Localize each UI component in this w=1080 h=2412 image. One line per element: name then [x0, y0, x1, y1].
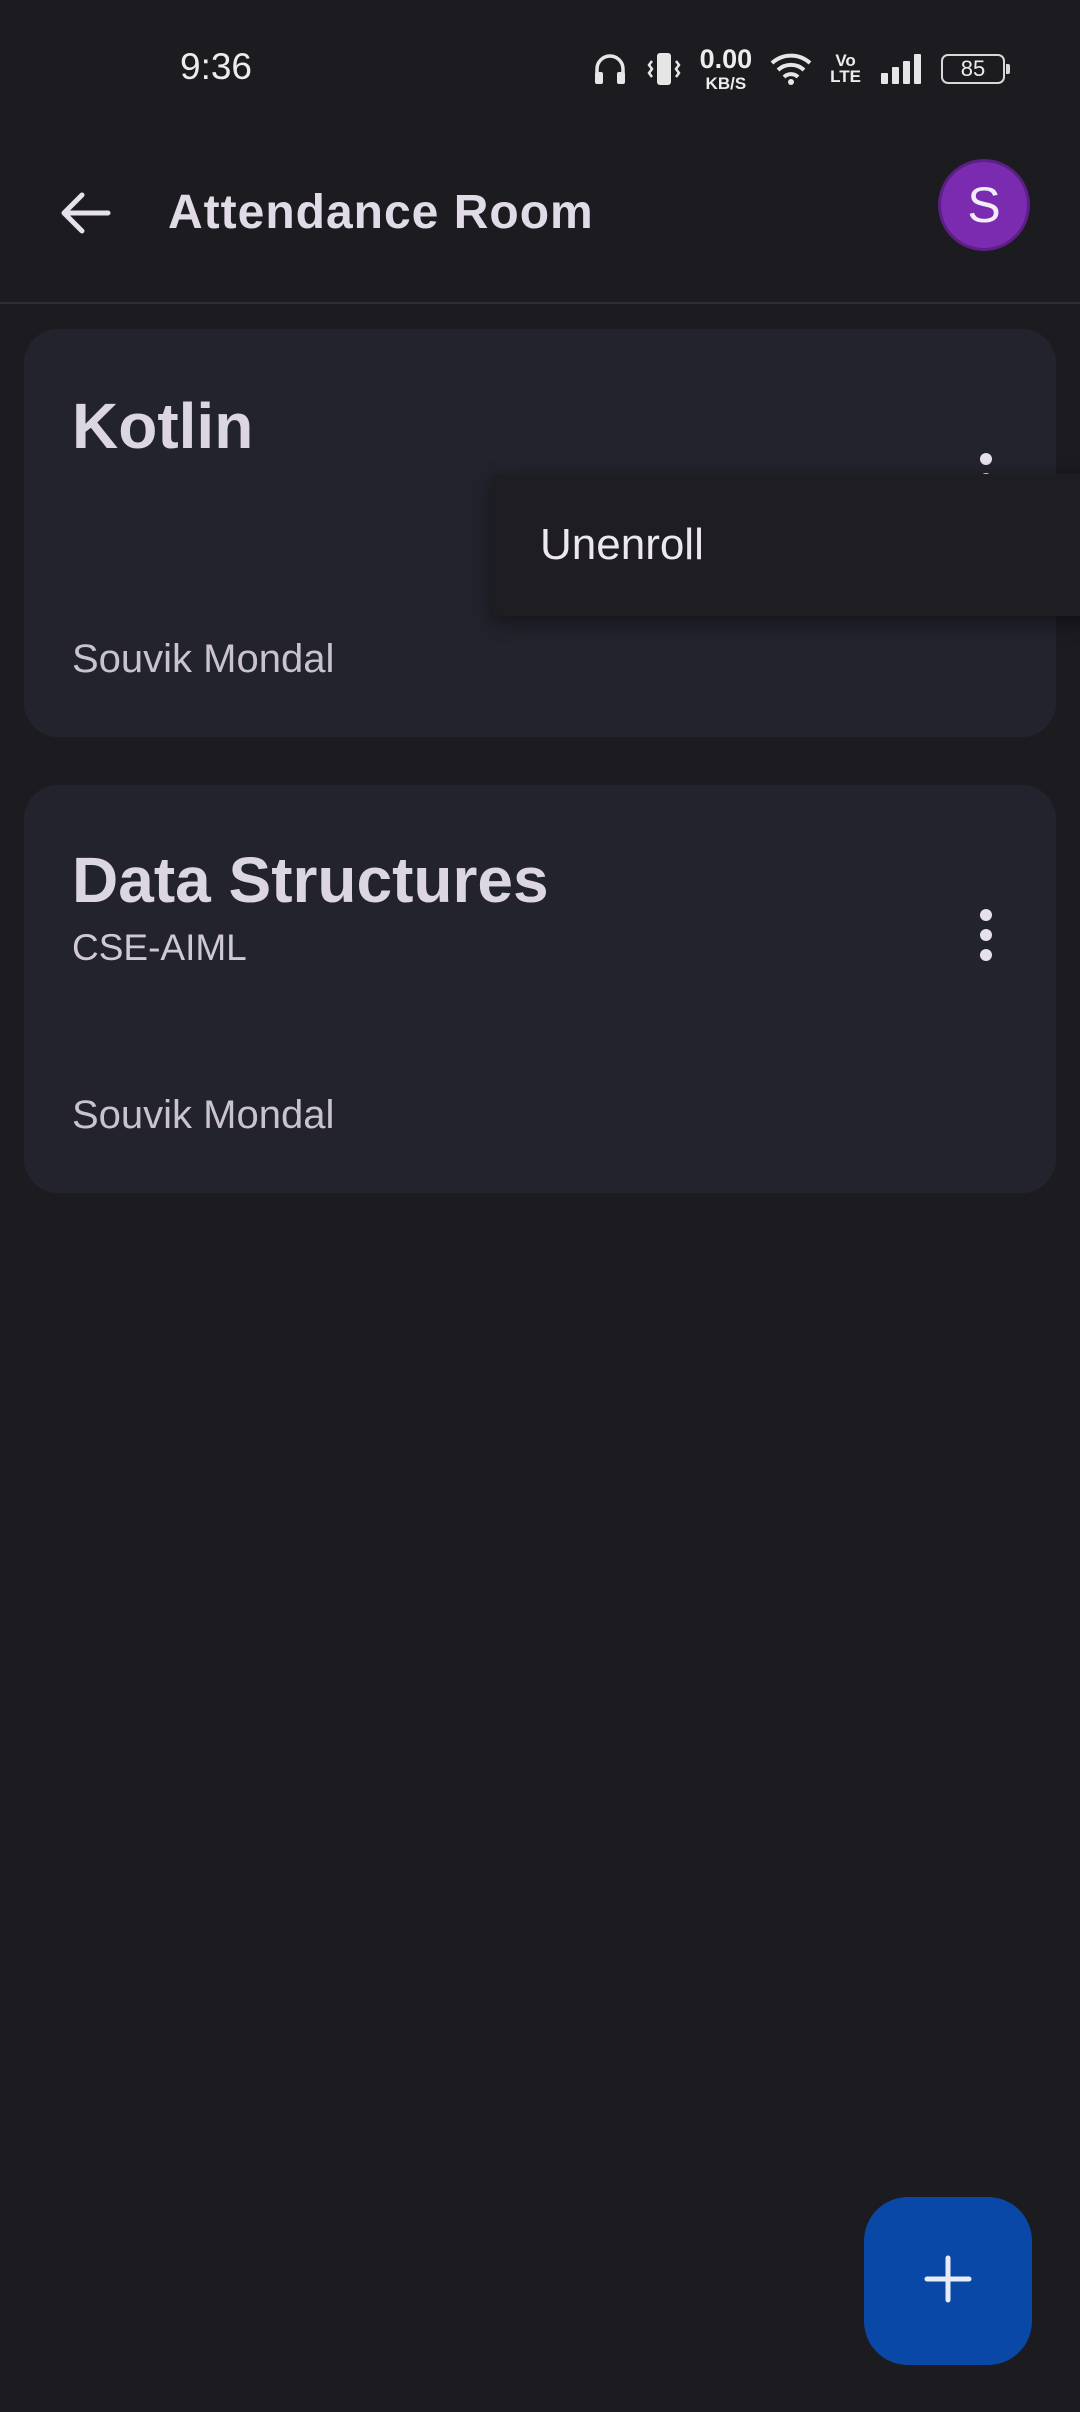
back-button[interactable] — [45, 175, 125, 255]
class-title: Data Structures — [72, 844, 549, 916]
app-bar-divider — [0, 302, 1080, 304]
arrow-back-icon — [58, 189, 112, 242]
more-options-button[interactable] — [956, 892, 1016, 982]
menu-item-unenroll[interactable]: Unenroll — [492, 474, 1080, 616]
wifi-icon — [770, 52, 812, 86]
vibrate-icon — [646, 49, 682, 89]
status-icons: 0.00 KB/S Vo LTE 85 — [592, 44, 1010, 94]
page-title: Attendance Room — [168, 186, 594, 239]
status-bar: 9:36 0.00 KB/S Vo LTE 85 — [0, 0, 1080, 135]
signal-icon — [879, 53, 923, 85]
app-bar: Attendance Room S — [0, 135, 1080, 303]
class-subtitle: CSE-AIML — [72, 927, 247, 968]
class-teacher: Souvik Mondal — [72, 637, 335, 681]
volte-indicator: Vo LTE — [830, 52, 861, 86]
status-time: 9:36 — [180, 46, 253, 87]
network-speed-unit: KB/S — [705, 74, 747, 93]
plus-icon — [923, 2254, 973, 2309]
more-vert-icon — [978, 907, 994, 968]
battery-indicator: 85 — [941, 54, 1010, 84]
class-teacher: Souvik Mondal — [72, 1093, 335, 1137]
volte-bottom: LTE — [830, 67, 861, 86]
add-class-button[interactable] — [864, 2197, 1032, 2365]
network-speed: 0.00 KB/S — [699, 44, 753, 93]
class-card[interactable]: Data Structures CSE-AIML Souvik Mondal — [24, 785, 1056, 1193]
avatar-letter: S — [967, 177, 1001, 233]
headphones-icon — [592, 52, 628, 86]
battery-level: 85 — [960, 56, 986, 81]
network-speed-value: 0.00 — [699, 44, 753, 74]
avatar[interactable]: S — [938, 159, 1030, 251]
options-menu: Unenroll — [492, 474, 1080, 616]
class-title: Kotlin — [72, 390, 254, 462]
